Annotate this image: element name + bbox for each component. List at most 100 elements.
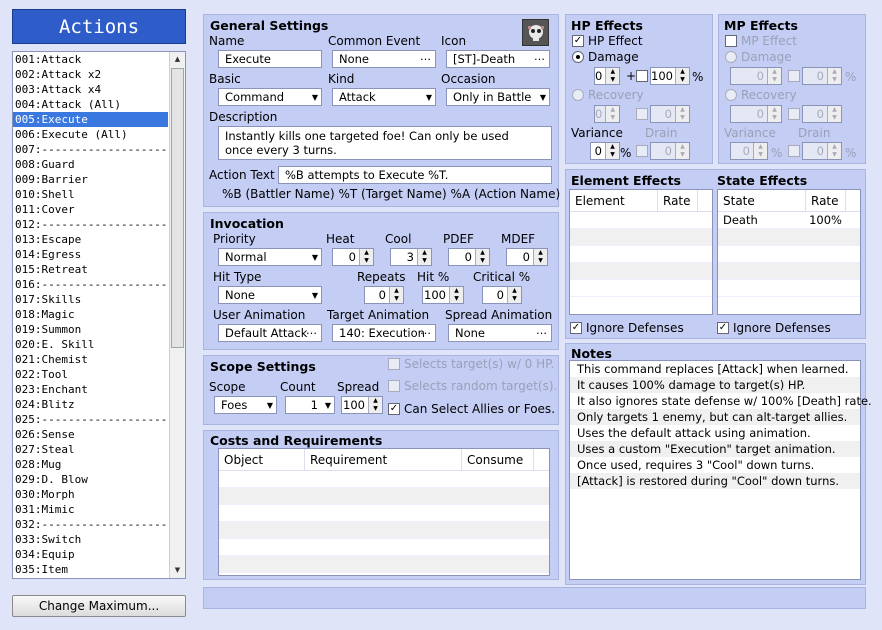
spinner-arrows[interactable]: ▲ ▼ xyxy=(417,249,431,265)
heat-spinner[interactable]: 0 ▲ ▼ xyxy=(332,248,374,266)
hp-drain-checkbox[interactable] xyxy=(636,145,648,157)
list-item[interactable]: 032:-------------------- xyxy=(13,517,174,532)
list-item[interactable]: 015:Retreat xyxy=(13,262,168,277)
spinner-arrows[interactable]: ▲ ▼ xyxy=(507,287,521,303)
scroll-thumb[interactable] xyxy=(171,68,184,348)
element-table[interactable]: Element Rate xyxy=(569,189,713,315)
mp-recovery-radio[interactable] xyxy=(725,89,737,101)
hp-variance-spinner[interactable]: 0 ▲ ▼ xyxy=(590,142,620,160)
state-table[interactable]: State Rate Death 100% xyxy=(717,189,861,315)
spinner-arrows[interactable]: ▲ ▼ xyxy=(767,68,781,84)
chevron-down-icon[interactable]: ▼ xyxy=(267,397,273,414)
spinner-arrows[interactable]: ▲ ▼ xyxy=(767,106,781,122)
select-allies-checkbox[interactable]: ✓ xyxy=(388,403,400,415)
list-item[interactable]: 027:Steal xyxy=(13,442,168,457)
repeats-spinner[interactable]: 0 ▲ ▼ xyxy=(364,286,404,304)
scroll-down-icon[interactable]: ▼ xyxy=(170,563,185,578)
column-header[interactable]: Rate xyxy=(658,190,698,211)
target-animation-field[interactable]: 140: Execution… xyxy=(332,324,436,342)
chevron-down-icon[interactable]: ▼ xyxy=(312,287,318,304)
spinner-arrows[interactable]: ▲ ▼ xyxy=(605,143,619,159)
list-item[interactable]: 035:Item xyxy=(13,562,168,577)
actions-list[interactable]: 001:Attack 002:Attack x2 003:Attack x4 004:… xyxy=(12,51,186,579)
hp-damage-pct-checkbox[interactable] xyxy=(636,70,648,82)
notes-textarea[interactable]: This command replaces [Attack] when lear… xyxy=(569,360,872,580)
list-item[interactable]: 014:Egress xyxy=(13,247,168,262)
icon-field[interactable]: [ST]-Death… xyxy=(446,50,550,68)
list-item[interactable]: 009:Barrier xyxy=(13,172,168,187)
change-maximum-button[interactable]: Change Maximum... xyxy=(12,595,186,617)
list-scrollbar[interactable]: ▲ ▼ xyxy=(169,52,185,578)
hit-type-select[interactable]: None ▼ xyxy=(218,286,322,304)
column-header[interactable]: Element xyxy=(570,190,658,211)
table-row[interactable]: Death 100% xyxy=(718,212,860,229)
mdef-spinner[interactable]: 0 ▲ ▼ xyxy=(506,248,548,266)
column-header[interactable]: Requirement xyxy=(305,449,462,470)
spinner-arrows[interactable]: ▲ ▼ xyxy=(359,249,373,265)
ellipsis-icon[interactable]: … xyxy=(420,323,431,339)
spinner-arrows[interactable]: ▲ ▼ xyxy=(605,68,620,84)
ellipsis-icon[interactable]: … xyxy=(534,49,545,65)
mp-damage-radio[interactable] xyxy=(725,51,737,63)
list-item[interactable]: 020:E. Skill xyxy=(13,337,168,352)
list-item[interactable]: 026:Sense xyxy=(13,427,168,442)
spinner-arrows[interactable]: ▲ ▼ xyxy=(605,106,620,122)
count-select[interactable]: 1 ▼ xyxy=(285,396,335,414)
ellipsis-icon[interactable]: … xyxy=(306,323,317,339)
element-ignore-defenses-checkbox[interactable]: ✓ xyxy=(570,322,582,334)
list-item[interactable]: 016:-------------------- xyxy=(13,277,174,292)
list-item[interactable]: 010:Shell xyxy=(13,187,168,202)
spinner-arrows[interactable]: ▲ ▼ xyxy=(827,106,841,122)
mp-recovery-pct-spinner[interactable]: 0 ▲ ▼ xyxy=(802,105,842,123)
spinner-arrows[interactable]: ▲ ▼ xyxy=(827,68,841,84)
cool-spinner[interactable]: 3 ▲ ▼ xyxy=(390,248,432,266)
critical-spinner[interactable]: 0 ▲ ▼ xyxy=(482,286,522,304)
skull-icon[interactable] xyxy=(522,19,549,46)
list-item[interactable]: 031:Mimic xyxy=(13,502,168,517)
column-header[interactable]: Rate xyxy=(806,190,846,211)
list-item[interactable]: 003:Attack x4 xyxy=(13,82,168,97)
chevron-down-icon[interactable]: ▼ xyxy=(540,89,546,106)
mp-damage-pct-spinner[interactable]: 0 ▲ ▼ xyxy=(802,67,842,85)
hp-damage-value-spinner[interactable]: 0 ▲ ▼ xyxy=(594,67,621,85)
zero-hp-checkbox[interactable] xyxy=(388,358,400,370)
hp-recovery-pct-checkbox[interactable] xyxy=(636,108,648,120)
mp-effect-checkbox[interactable] xyxy=(725,35,737,47)
hp-recovery-pct-spinner[interactable]: 0 ▲ ▼ xyxy=(650,105,690,123)
list-item[interactable]: 006:Execute (All) xyxy=(13,127,168,142)
spinner-arrows[interactable]: ▲ ▼ xyxy=(675,106,689,122)
hp-effect-checkbox[interactable]: ✓ xyxy=(572,35,584,47)
list-item[interactable]: 017:Skills xyxy=(13,292,168,307)
spinner-arrows[interactable]: ▲ ▼ xyxy=(475,249,489,265)
hp-recovery-value-spinner[interactable]: 0 ▲ ▼ xyxy=(594,105,621,123)
mp-variance-spinner[interactable]: 0 ▲ ▼ xyxy=(730,142,768,160)
mp-damage-pct-checkbox[interactable] xyxy=(788,70,800,82)
spinner-arrows[interactable]: ▲ ▼ xyxy=(675,143,689,159)
list-item[interactable]: 033:Switch xyxy=(13,532,168,547)
list-item[interactable]: 029:D. Blow xyxy=(13,472,168,487)
list-item[interactable]: 008:Guard xyxy=(13,157,168,172)
chevron-down-icon[interactable]: ▼ xyxy=(312,89,318,106)
chevron-down-icon[interactable]: ▼ xyxy=(426,89,432,106)
list-item[interactable]: 021:Chemist xyxy=(13,352,168,367)
list-item[interactable]: 023:Enchant xyxy=(13,382,168,397)
pdef-spinner[interactable]: 0 ▲ ▼ xyxy=(448,248,490,266)
chevron-down-icon[interactable]: ▼ xyxy=(325,397,331,414)
user-animation-field[interactable]: Default Attack… xyxy=(218,324,322,342)
costs-table[interactable]: Object Requirement Consume xyxy=(218,448,550,576)
mp-damage-value-spinner[interactable]: 0 ▲ ▼ xyxy=(730,67,782,85)
hit-pct-spinner[interactable]: 100 ▲ ▼ xyxy=(422,286,464,304)
column-header[interactable]: Object xyxy=(219,449,305,470)
hp-damage-pct-spinner[interactable]: 100 ▲ ▼ xyxy=(650,67,690,85)
mp-drain-checkbox[interactable] xyxy=(788,145,800,157)
random-target-checkbox[interactable] xyxy=(388,380,400,392)
ellipsis-icon[interactable]: … xyxy=(536,323,547,339)
list-item[interactable]: 004:Attack (All) xyxy=(13,97,168,112)
list-item[interactable]: 012:-------------------- xyxy=(13,217,174,232)
list-item[interactable]: 018:Magic xyxy=(13,307,168,322)
list-item[interactable]: 007:-------------------- xyxy=(13,142,174,157)
scroll-up-icon[interactable]: ▲ xyxy=(170,52,185,67)
hp-recovery-radio[interactable] xyxy=(572,89,584,101)
scope-select[interactable]: Foes ▼ xyxy=(214,396,277,414)
list-item[interactable]: 001:Attack xyxy=(13,52,168,67)
